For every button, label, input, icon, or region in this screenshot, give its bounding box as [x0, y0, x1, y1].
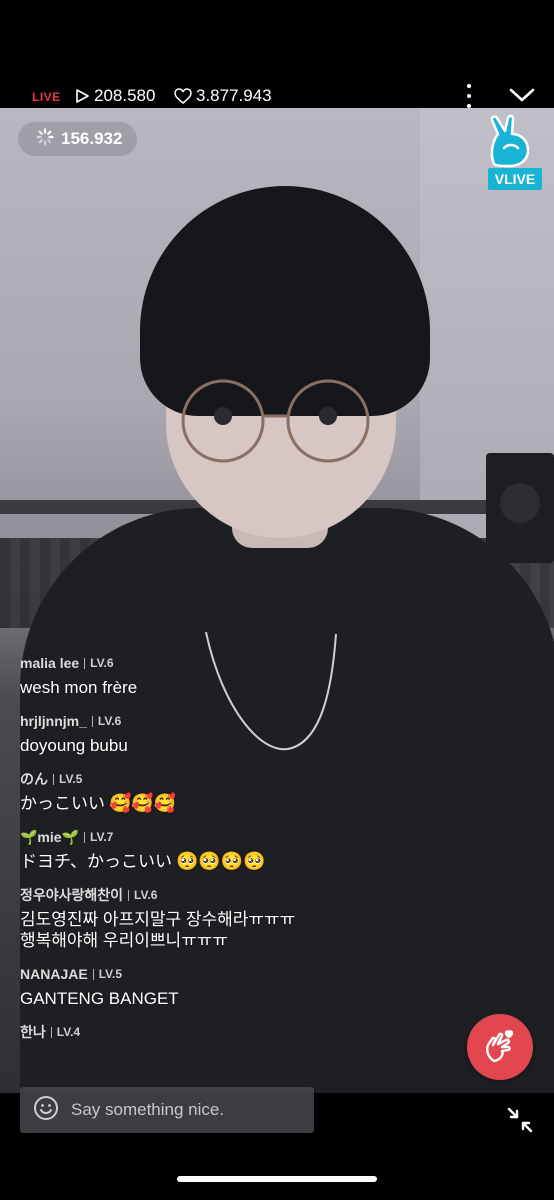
chat-message: のん LV.5 かっこいい 🥰🥰🥰: [20, 770, 440, 814]
chat-message: hrjljnnjm_ LV.6 doyoung bubu: [20, 712, 440, 756]
live-badge: LIVE: [32, 90, 61, 104]
chat-text: wesh mon frère: [20, 678, 138, 697]
chat-username[interactable]: 한나: [20, 1023, 46, 1041]
chat-text-line-2: 행복해야해 우리이쁘니ㅠㅠㅠ: [20, 931, 229, 950]
loading-spinner-icon: [36, 127, 54, 151]
view-count: 208.580: [74, 86, 155, 106]
chat-message: 한나 LV.4: [20, 1023, 440, 1041]
comment-placeholder: Say something nice.: [71, 1100, 225, 1119]
chat-emoji: 🥰🥰🥰: [109, 793, 177, 813]
chat-text: 김도영진짜 아프지말구 장수해라ㅠㅠㅠ: [20, 910, 296, 929]
chat-level: LV.6: [90, 656, 114, 670]
chat-level: LV.5: [59, 772, 83, 786]
chat-text-row: かっこいい 🥰🥰🥰: [20, 793, 440, 814]
home-indicator: [177, 1176, 377, 1182]
like-count: 3.877.943: [174, 86, 272, 106]
chat-level: LV.4: [56, 1025, 81, 1039]
view-count-value: 208.580: [94, 86, 156, 105]
chat-text: doyoung bubu: [20, 736, 128, 755]
chat-message: 🌱mie🌱 LV.7 ドヨチ、かっこいい 🥺🥺🥺🥺: [20, 828, 440, 872]
heart-outline-icon: [174, 88, 192, 104]
play-icon: [74, 88, 90, 104]
finger-heart-icon: [486, 1030, 514, 1063]
vlive-wordmark: VLIVE: [488, 168, 542, 190]
concurrent-viewers: 156.932: [18, 122, 138, 156]
chat-message: 정우야사랑해찬이 LV.6 김도영진짜 아프지말구 장수해라ㅠㅠㅠ 행복해야해 우…: [20, 886, 440, 951]
chat-text: ドヨチ、かっこいい: [20, 852, 172, 871]
chat-username[interactable]: 정우야사랑해찬이: [20, 886, 123, 904]
chat-username[interactable]: 🌱mie🌱: [20, 828, 79, 846]
send-heart-button[interactable]: [467, 1014, 533, 1080]
chat-username[interactable]: NANAJAE: [20, 965, 88, 983]
chat-level: LV.6: [97, 714, 122, 728]
background-speaker: [486, 453, 554, 563]
like-count-value: 3.877.943: [196, 86, 272, 105]
chat-text: かっこいい: [20, 794, 105, 813]
chevron-down-icon[interactable]: [508, 86, 536, 109]
viewer-count: 156.932: [61, 129, 123, 148]
chat-username[interactable]: のん: [20, 770, 48, 788]
chat-text-row: ドヨチ、かっこいい 🥺🥺🥺🥺: [20, 851, 440, 872]
chat-username[interactable]: malia lee: [20, 654, 79, 672]
minimize-arrows-icon[interactable]: [506, 1106, 534, 1139]
glasses: [181, 379, 370, 463]
chat-text: GANTENG BANGET: [20, 989, 179, 1008]
chat-level: LV.7: [90, 830, 114, 844]
chat-emoji: 🥺🥺🥺🥺: [175, 851, 266, 871]
chat-level: LV.6: [134, 888, 158, 902]
top-bar: LIVE 208.580 3.877.943: [0, 0, 554, 108]
chat-list: malia lee LV.6 wesh mon frère hrjljnnjm_ L…: [20, 654, 440, 1055]
more-vertical-icon[interactable]: [462, 84, 476, 108]
comment-input[interactable]: Say something nice.: [20, 1087, 314, 1133]
emoji-smile-icon[interactable]: [33, 1095, 59, 1126]
chat-message: malia lee LV.6 wesh mon frère: [20, 654, 440, 698]
chat-message: NANAJAE LV.5 GANTENG BANGET: [20, 965, 440, 1009]
chat-level: LV.5: [98, 967, 123, 981]
chat-username[interactable]: hrjljnnjm_: [20, 712, 87, 730]
